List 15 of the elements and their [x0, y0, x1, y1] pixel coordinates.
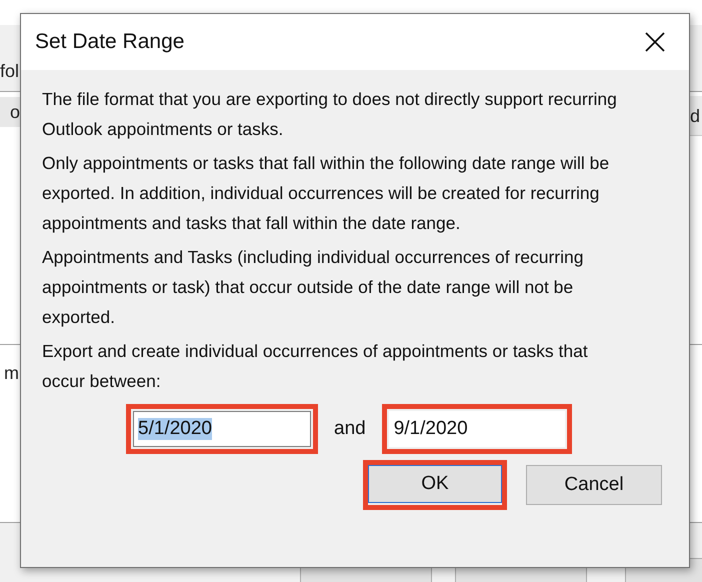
list-text: o	[0, 97, 20, 127]
description-text: Only appointments or tasks that fall within the following date range will be exported. In addition, individual occurrences will be created for recurring appointments and tasks that fall within the date range.	[42, 152, 610, 235]
list-text: d	[690, 96, 702, 136]
ok-button[interactable]: OK	[368, 465, 502, 503]
cancel-button[interactable]: Cancel	[526, 465, 662, 505]
list-text: m	[4, 362, 19, 384]
end-date-field[interactable]: 9/1/2020	[388, 411, 565, 447]
description-text: Appointments and Tasks (including individual occurrences of recurring appointments or task) that occur outside of the date range will not be exported.	[42, 246, 584, 329]
connector-text: and	[334, 418, 366, 440]
dialog-title: Set Date Range	[35, 30, 184, 54]
description-text: The file format that you are exporting to does not directly support recurring Outlook appointments or tasks.	[42, 88, 618, 141]
close-icon[interactable]	[645, 32, 665, 52]
description-text: Export and create individual occurrences of appointments or tasks that occur between:	[42, 340, 589, 393]
list-text: fol	[0, 60, 20, 82]
start-date-field[interactable]: 5/1/2020	[133, 411, 311, 447]
